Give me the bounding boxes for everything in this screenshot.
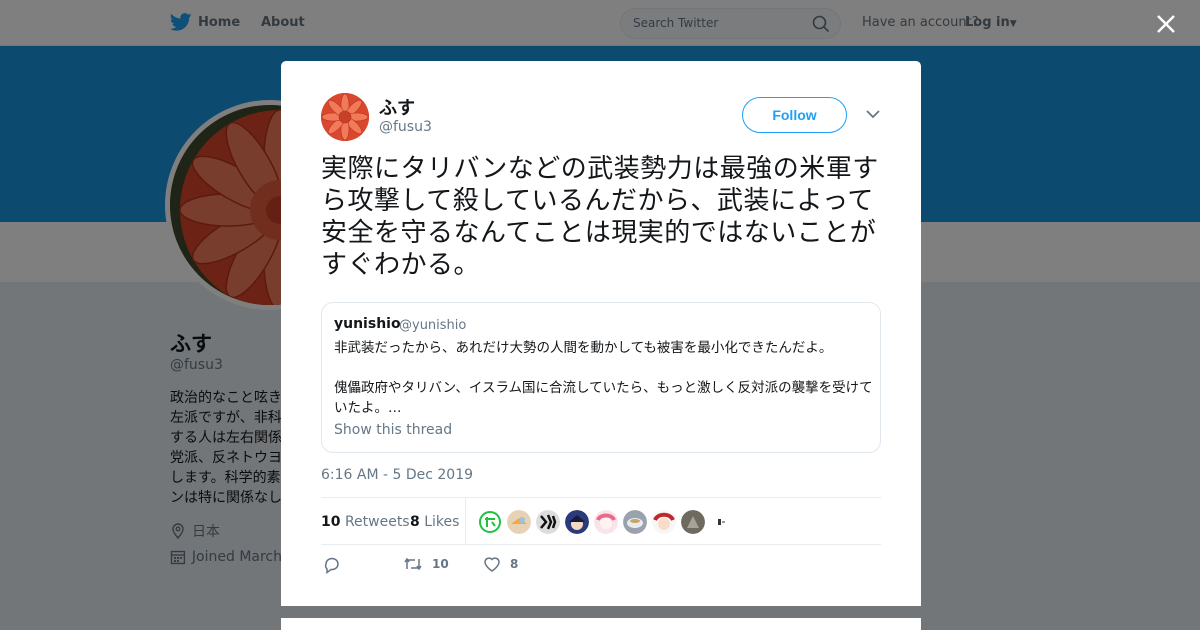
follow-button[interactable]: Follow xyxy=(742,97,847,133)
retweets-stat[interactable]: 10 Retweets xyxy=(321,514,410,530)
likes-count: 8 xyxy=(410,514,420,530)
quoted-author-handle: @yunishio xyxy=(399,318,467,333)
liker-avatar[interactable] xyxy=(565,510,589,534)
liker-avatar[interactable] xyxy=(478,510,502,534)
tweet-timestamp[interactable]: 6:16 AM - 5 Dec 2019 xyxy=(321,467,473,483)
show-thread-link[interactable]: Show this thread xyxy=(334,422,452,438)
tweet-actions: 10 8 xyxy=(321,556,881,576)
liker-avatar[interactable] xyxy=(710,510,734,534)
tweet-modal: ふす @fusu3 Follow 実際にタリバンなどの武装勢力は最強の米軍すら攻… xyxy=(281,61,921,606)
dahlia-avatar-image xyxy=(321,93,369,141)
quoted-tweet[interactable]: yunishio @yunishio 非武装だったから、あれだけ大勢の人間を動か… xyxy=(321,302,881,453)
heart-icon xyxy=(484,557,500,572)
liker-avatar[interactable] xyxy=(623,510,647,534)
tweet-text: 実際にタリバンなどの武装勢力は最強の米軍すら攻撃して殺しているんだから、武装によ… xyxy=(321,154,879,280)
reply-button[interactable] xyxy=(323,556,341,574)
chevron-down-icon[interactable] xyxy=(866,109,880,119)
likers-avatars xyxy=(478,510,734,534)
stats-divider xyxy=(465,498,466,544)
retweet-icon xyxy=(404,557,422,571)
liker-avatar[interactable] xyxy=(507,510,531,534)
replies-panel xyxy=(281,618,921,630)
liker-avatar[interactable] xyxy=(681,510,705,534)
author-handle[interactable]: @fusu3 xyxy=(379,119,432,135)
like-button[interactable]: 8 xyxy=(483,556,518,572)
reply-icon xyxy=(324,557,339,574)
quoted-tweet-text: 非武装だったから、あれだけ大勢の人間を動かしても被害を最小化できたんだよ。 傀儡… xyxy=(334,340,873,416)
retweets-label: Retweets xyxy=(344,514,410,530)
author-avatar[interactable] xyxy=(321,93,369,141)
close-icon[interactable] xyxy=(1156,14,1176,34)
retweet-action-count: 10 xyxy=(432,557,449,571)
liker-avatar[interactable] xyxy=(594,510,618,534)
likes-stat[interactable]: 8 Likes xyxy=(410,514,459,530)
liker-avatar[interactable] xyxy=(536,510,560,534)
like-action-count: 8 xyxy=(510,557,519,571)
retweets-count: 10 xyxy=(321,514,341,530)
likes-label: Likes xyxy=(424,514,460,530)
author-name[interactable]: ふす xyxy=(379,94,415,120)
quoted-author-name: yunishio xyxy=(334,316,401,332)
liker-avatar[interactable] xyxy=(652,510,676,534)
tweet-stats: 10 Retweets 8 Likes xyxy=(321,497,881,545)
retweet-button[interactable]: 10 xyxy=(403,556,449,572)
